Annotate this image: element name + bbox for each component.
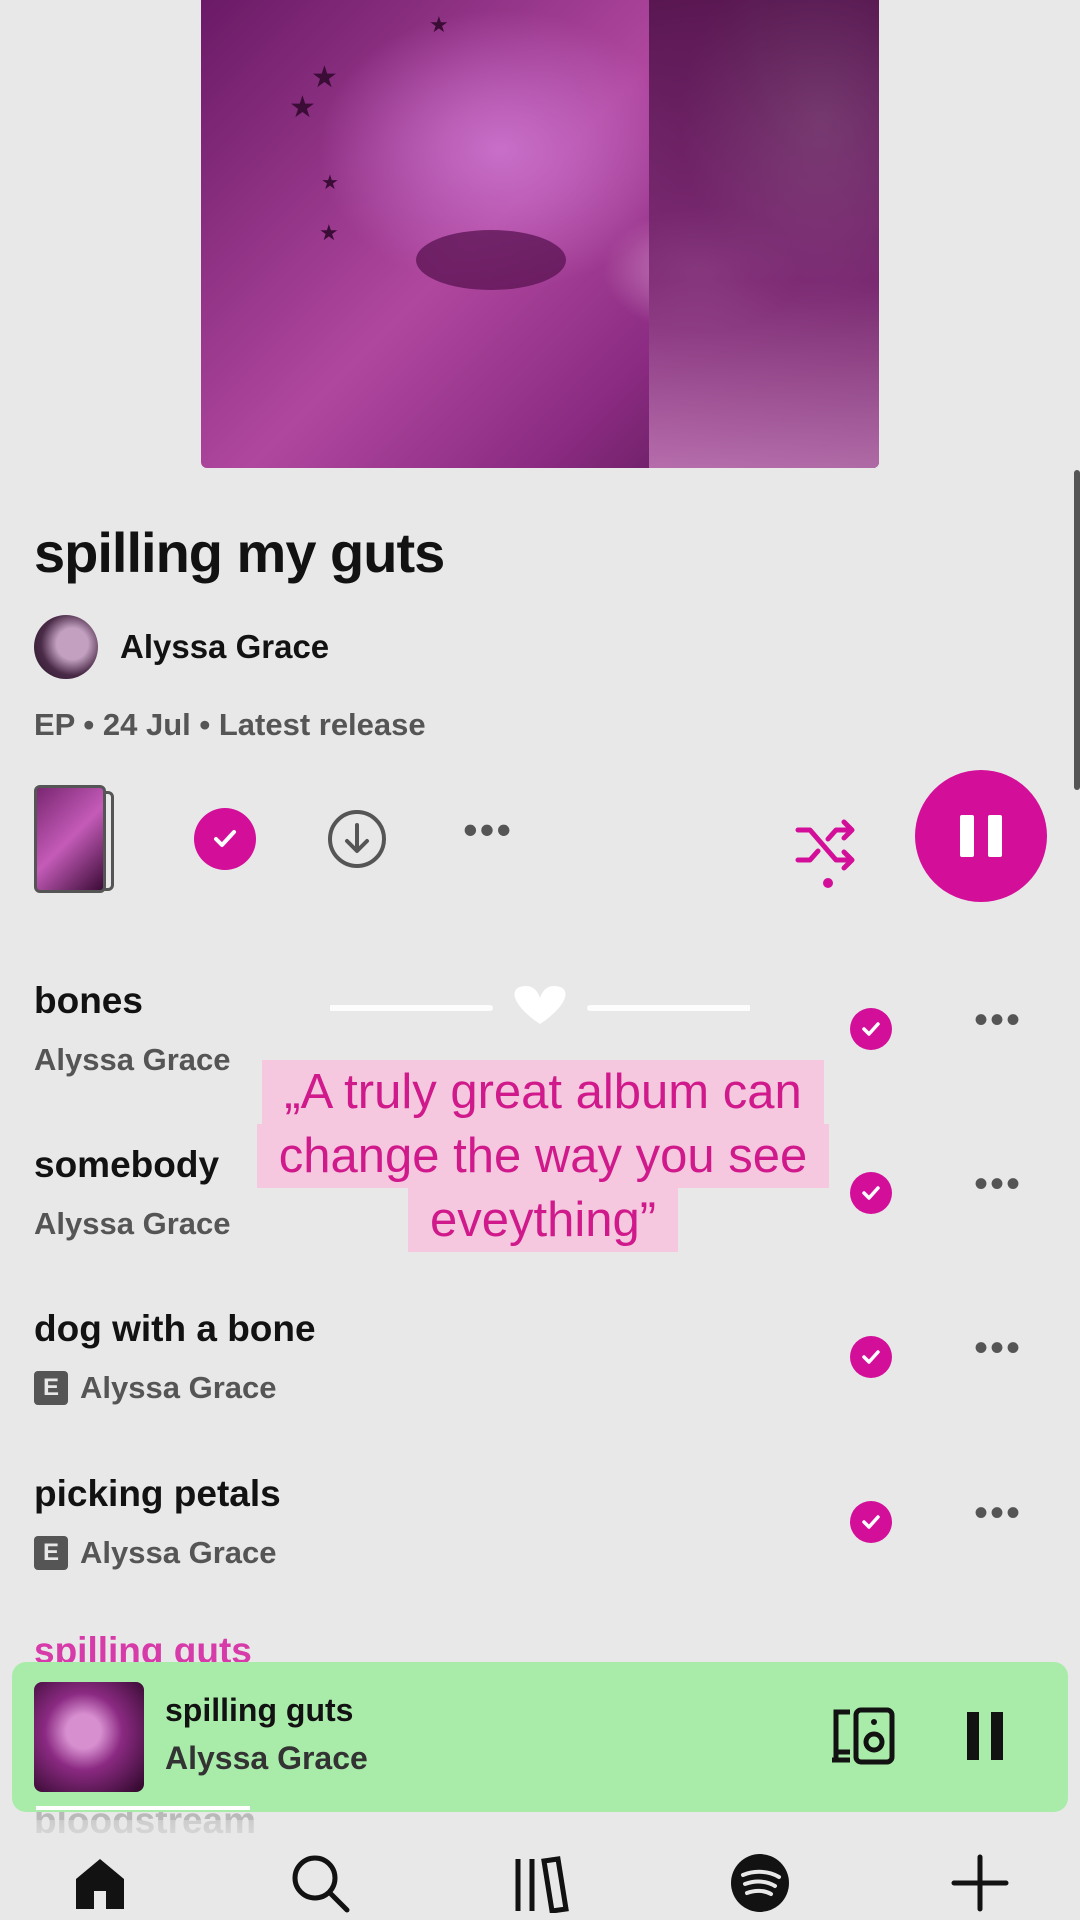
playback-progress-bar xyxy=(36,1806,250,1810)
shuffle-active-indicator xyxy=(823,878,833,888)
explicit-badge: E xyxy=(34,1371,68,1405)
home-icon[interactable] xyxy=(65,1848,135,1918)
track-title: somebody xyxy=(34,1144,220,1185)
track-row[interactable]: picking petals E Alyssa Grace ••• xyxy=(34,1473,1054,1603)
download-button[interactable] xyxy=(326,808,388,870)
track-artist: E Alyssa Grace xyxy=(34,1535,276,1571)
scrollbar[interactable] xyxy=(1074,470,1080,790)
explicit-badge: E xyxy=(34,1536,68,1570)
spotify-icon[interactable] xyxy=(725,1848,795,1918)
mini-player-pause-button[interactable] xyxy=(967,1712,1003,1760)
track-artist: Alyssa Grace xyxy=(34,1042,231,1077)
artist-link[interactable]: Alyssa Grace xyxy=(34,615,329,679)
track-artist: E Alyssa Grace xyxy=(34,1370,276,1406)
quote-line: change the way you see xyxy=(256,1124,830,1188)
track-more-button[interactable]: ••• xyxy=(974,998,1022,1043)
saved-button[interactable] xyxy=(194,808,256,870)
check-icon xyxy=(214,830,236,847)
saved-check-icon[interactable] xyxy=(850,1336,892,1378)
album-cover-art: ★ ★ ★ ★ ★ xyxy=(201,0,879,468)
quote-line: „A truly great album can xyxy=(262,1060,824,1124)
track-row[interactable]: dog with a bone E Alyssa Grace ••• xyxy=(34,1308,1054,1438)
album-preview-thumbnail[interactable] xyxy=(34,785,114,895)
download-icon xyxy=(328,810,386,868)
artist-avatar[interactable] xyxy=(34,615,98,679)
search-icon[interactable] xyxy=(285,1848,355,1918)
pause-icon xyxy=(960,815,1002,857)
track-title: bones xyxy=(34,980,143,1021)
shuffle-icon xyxy=(795,819,855,871)
track-more-button[interactable]: ••• xyxy=(974,1326,1022,1371)
create-icon[interactable] xyxy=(945,1848,1015,1918)
album-controls: ••• xyxy=(0,770,1080,910)
album-meta: EP • 24 Jul • Latest release xyxy=(34,707,426,742)
track-title: dog with a bone xyxy=(34,1308,316,1349)
library-icon[interactable] xyxy=(505,1848,575,1918)
artist-name[interactable]: Alyssa Grace xyxy=(120,628,329,666)
mini-player-art[interactable] xyxy=(34,1682,144,1792)
bottom-nav xyxy=(0,1820,1080,1920)
mini-player[interactable]: spilling guts Alyssa Grace xyxy=(12,1662,1068,1812)
saved-check-icon[interactable] xyxy=(850,1008,892,1050)
quote-overlay: „A truly great album can change the way … xyxy=(228,1060,858,1252)
track-more-button[interactable]: ••• xyxy=(974,1162,1022,1207)
track-title: picking petals xyxy=(34,1473,281,1514)
saved-check-icon[interactable] xyxy=(850,1501,892,1543)
track-more-button[interactable]: ••• xyxy=(974,1491,1022,1536)
mini-player-title[interactable]: spilling guts xyxy=(165,1692,353,1729)
connect-device-icon[interactable] xyxy=(830,1706,900,1766)
heart-divider-icon xyxy=(330,986,750,1024)
track-artist: Alyssa Grace xyxy=(34,1206,231,1241)
more-options-button[interactable]: ••• xyxy=(458,809,518,870)
album-title: spilling my guts xyxy=(34,521,445,584)
play-pause-button[interactable] xyxy=(915,770,1047,902)
quote-line: eveything” xyxy=(407,1188,679,1252)
mini-player-artist[interactable]: Alyssa Grace xyxy=(165,1740,368,1777)
shuffle-button[interactable] xyxy=(792,810,862,880)
